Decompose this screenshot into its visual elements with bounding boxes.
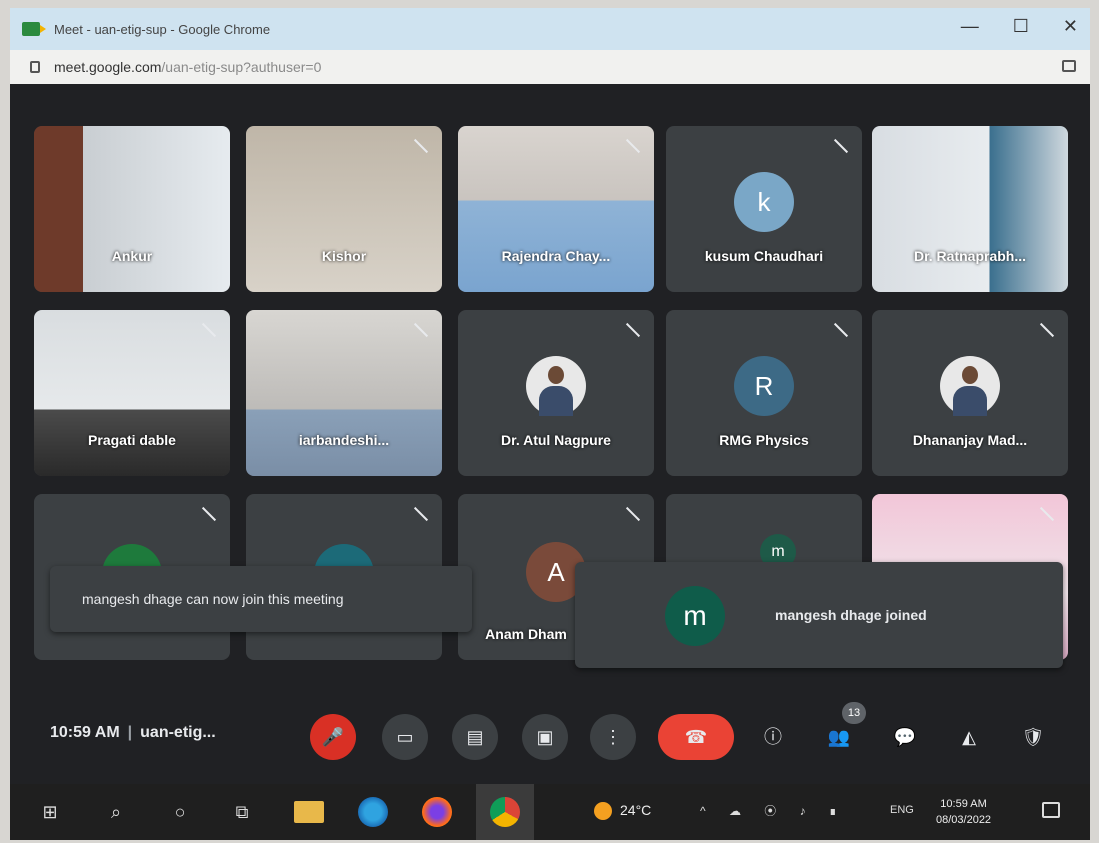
start-button[interactable]: ⊞ <box>36 798 64 826</box>
mic-off-icon <box>624 322 640 338</box>
participant-name: Dr. Ratnaprabh... <box>913 248 1027 264</box>
participant-avatar: k <box>734 172 794 232</box>
participant-name: Rajendra Chay... <box>501 248 611 264</box>
participant-tile[interactable]: Pragati dable <box>34 310 230 476</box>
system-tray[interactable]: ^ ☁ ⦿ ♪ ∎ <box>700 802 847 819</box>
participant-tile[interactable]: iarbandeshi... <box>246 310 442 476</box>
cortana-icon[interactable]: ○ <box>166 798 194 826</box>
admitted-toast: mangesh dhage can now join this meeting <box>50 566 472 632</box>
participant-tile[interactable]: Dr. Ratnaprabh... <box>872 126 1068 292</box>
taskbar-date: 08/03/2022 <box>936 814 992 826</box>
captions-button[interactable]: ▤ <box>452 714 498 760</box>
url-text[interactable]: meet.google.com/uan-etig-sup?authuser=0 <box>54 59 321 75</box>
meeting-code: uan-etig... <box>140 724 216 741</box>
toast-message: mangesh dhage joined <box>775 607 927 623</box>
task-view-icon[interactable]: ⧉ <box>228 798 256 826</box>
participant-name: kusum Chaudhari <box>704 248 824 264</box>
mic-off-icon <box>200 322 216 338</box>
language-indicator[interactable]: ENG <box>890 804 914 816</box>
participant-avatar: R <box>734 356 794 416</box>
maximize-button[interactable]: ☐ <box>1013 16 1029 37</box>
cast-icon[interactable] <box>1062 60 1076 72</box>
minimize-button[interactable]: — <box>961 16 979 37</box>
close-button[interactable]: ✕ <box>1063 16 1078 37</box>
mic-off-icon <box>412 322 428 338</box>
mic-off-icon <box>412 506 428 522</box>
participant-tile[interactable]: R RMG Physics <box>666 310 862 476</box>
temperature: 24°C <box>620 802 652 818</box>
chrome-icon <box>490 797 520 827</box>
notifications-icon[interactable] <box>1042 802 1060 818</box>
chrome-taskbar-button[interactable] <box>476 784 534 840</box>
participant-name: Dhananjay Mad... <box>912 432 1028 448</box>
participant-name: RMG Physics <box>719 432 809 448</box>
edge-icon[interactable] <box>358 797 388 827</box>
mic-off-icon <box>832 322 848 338</box>
file-explorer-icon[interactable] <box>294 801 324 823</box>
participant-tile[interactable]: k kusum Chaudhari <box>666 126 862 292</box>
meeting-time: 10:59 AM <box>50 724 120 741</box>
participant-tile[interactable]: Kishor <box>246 126 442 292</box>
meeting-details: 10:59 AM | uan-etig... <box>50 724 216 741</box>
present-button[interactable]: ▣ <box>522 714 568 760</box>
mic-off-icon <box>624 138 640 154</box>
participant-video <box>872 126 1068 292</box>
mic-off-icon <box>624 506 640 522</box>
participant-name: Kishor <box>321 248 367 264</box>
chat-button[interactable]: 💬 <box>882 714 928 760</box>
host-controls-button[interactable]: 🛡 <box>1010 714 1056 760</box>
participant-tile[interactable]: Dr. Atul Nagpure <box>458 310 654 476</box>
joined-avatar: m <box>665 586 725 646</box>
window-title: Meet - uan-etig-sup - Google Chrome <box>54 21 271 37</box>
participant-tile[interactable]: Ankur <box>34 126 230 292</box>
participant-name: Dr. Atul Nagpure <box>501 432 611 448</box>
participant-name: iarbandeshi... <box>298 432 390 448</box>
more-options-button[interactable]: ⋮ <box>590 714 636 760</box>
taskbar-clock[interactable]: 10:59 AM 08/03/2022 <box>936 796 991 828</box>
meet-favicon-icon <box>22 22 46 36</box>
participant-name: Ankur <box>111 248 153 264</box>
activities-button[interactable]: ◭ <box>946 714 992 760</box>
participant-tile[interactable]: Dhananjay Mad... <box>872 310 1068 476</box>
mic-off-icon <box>412 138 428 154</box>
leave-call-button[interactable]: ☎ <box>658 714 734 760</box>
mic-off-icon <box>200 506 216 522</box>
firefox-icon[interactable] <box>422 797 452 827</box>
camera-toggle-button[interactable]: ▭ <box>382 714 428 760</box>
joined-toast: m mangesh dhage joined <box>575 562 1063 668</box>
search-icon[interactable]: ⌕ <box>102 798 130 826</box>
participant-avatar <box>526 356 586 416</box>
taskbar-time: 10:59 AM <box>940 798 987 810</box>
mic-off-icon <box>1038 506 1054 522</box>
meet-stage: Ankur Kishor Rajendra Chay... k kusum Ch… <box>10 84 1090 784</box>
people-count-badge: 13 <box>842 702 866 724</box>
address-bar[interactable]: meet.google.com/uan-etig-sup?authuser=0 <box>10 50 1090 84</box>
participant-name: Pragati dable <box>88 432 176 448</box>
participant-video <box>34 126 230 292</box>
mic-off-icon <box>832 138 848 154</box>
sun-icon <box>594 802 612 821</box>
meeting-info-button[interactable]: ⓘ <box>750 714 796 760</box>
weather-widget[interactable]: 24°C <box>594 802 652 821</box>
participant-avatar <box>940 356 1000 416</box>
participant-tile[interactable]: Rajendra Chay... <box>458 126 654 292</box>
mic-toggle-button[interactable]: 🎤 <box>310 714 356 760</box>
meeting-control-bar: 10:59 AM | uan-etig... 🎤 ▭ ▤ ▣ ⋮ ☎ ⓘ 👥 13 … <box>10 702 1090 772</box>
windows-taskbar: ⊞ ⌕ ○ ⧉ 24°C ^ ☁ ⦿ ♪ ∎ ENG 10:59 AM 08/0… <box>10 784 1090 840</box>
lock-icon[interactable] <box>30 61 40 73</box>
mic-off-icon <box>1038 322 1054 338</box>
chrome-title-bar: Meet - uan-etig-sup - Google Chrome — ☐ … <box>10 8 1090 50</box>
toast-message: mangesh dhage can now join this meeting <box>82 591 344 607</box>
